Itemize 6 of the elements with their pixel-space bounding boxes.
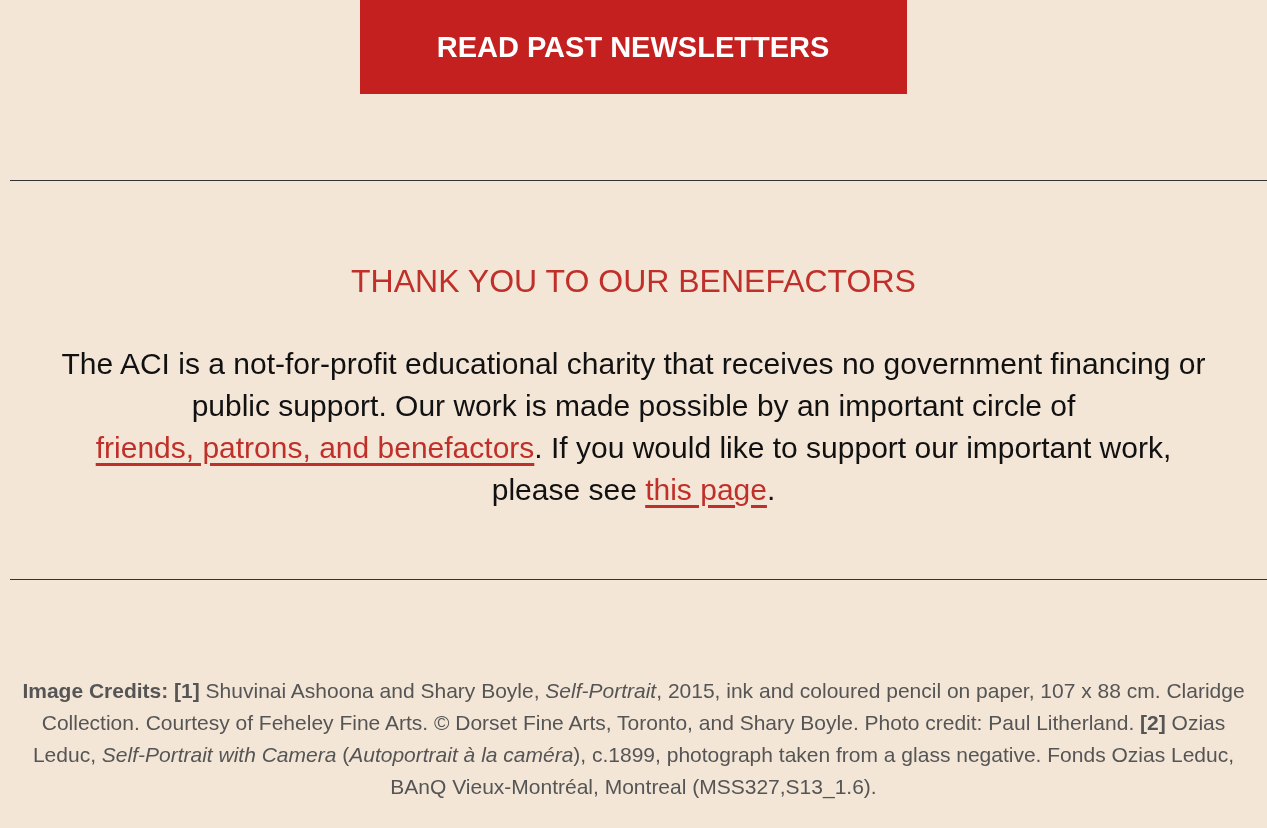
text-link[interactable]: this page: [645, 473, 767, 506]
benefactors-paragraph: The ACI is a not-for-profit educational charity that receives no government financing or public support. Our work is made possible by an important circle of friends, patrons, and benefactors. If you would like to support our important work, please see this page.: [60, 346, 1207, 508]
text-link[interactable]: friends, patrons, and benefactors: [95, 431, 535, 464]
read-newsletters-button[interactable]: READ PAST NEWSLETTERS: [359, 0, 907, 94]
section-heading: THANK YOU TO OUR BENEFACTORS: [350, 262, 917, 301]
image-credits: Image Credits: [1] Shuvinai Ashoona and Shary Boyle, Self-Portrait, 2015, ink and coloured pencil on paper, 107 x 88 cm. Claridge Collection. Courtesy of Feheley Fine Arts. © Dorset Fine Arts, Toronto, and Shary Boyle. Photo credit: Paul Litherland. [2] Ozias Leduc, Self-Portrait with Camera (Autoportrait à la caméra), c.1899, photograph taken from a glass negative. Fonds Ozias Leduc, BAnQ Vieux-Montréal, Montreal (MSS327,S13_1.6).: [21, 678, 1246, 801]
